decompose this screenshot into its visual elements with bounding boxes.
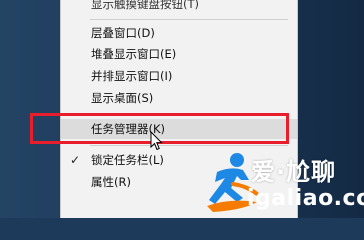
menu-item-label: 锁定任务栏(L)	[91, 153, 164, 167]
menu-item-stack-windows[interactable]: 堆叠显示窗口(E)	[61, 44, 297, 64]
menu-item-label: 属性(R)	[91, 175, 131, 189]
checkmark-icon: ✓	[70, 153, 81, 167]
menu-item-label: 并排显示窗口(I)	[91, 69, 173, 83]
menu-item-label: 显示桌面(S)	[91, 91, 154, 105]
menu-separator	[90, 145, 288, 146]
menu-item-show-touch-keyboard[interactable]: 显示触摸键盘按钮(T)	[61, 0, 297, 14]
desktop-background: 显示触摸键盘按钮(T) 层叠窗口(D) 堆叠显示窗口(E) 并排显示窗口(I) …	[0, 0, 364, 218]
menu-item-label: 层叠窗口(D)	[91, 26, 155, 40]
watermark-url: igaliao.com	[247, 186, 364, 211]
watermark-title: 爱·尬聊	[251, 158, 337, 186]
menu-item-show-desktop[interactable]: 显示桌面(S)	[61, 88, 297, 108]
menu-separator	[90, 19, 288, 20]
menu-item-label: 堆叠显示窗口(E)	[91, 47, 177, 61]
menu-item-label: 显示触摸键盘按钮(T)	[91, 0, 199, 11]
site-watermark: 爱·尬聊 igaliao.com	[203, 150, 364, 218]
mouse-pointer-icon	[150, 131, 163, 151]
menu-item-side-by-side-windows[interactable]: 并排显示窗口(I)	[61, 66, 297, 86]
menu-item-cascade-windows[interactable]: 层叠窗口(D)	[61, 23, 297, 43]
